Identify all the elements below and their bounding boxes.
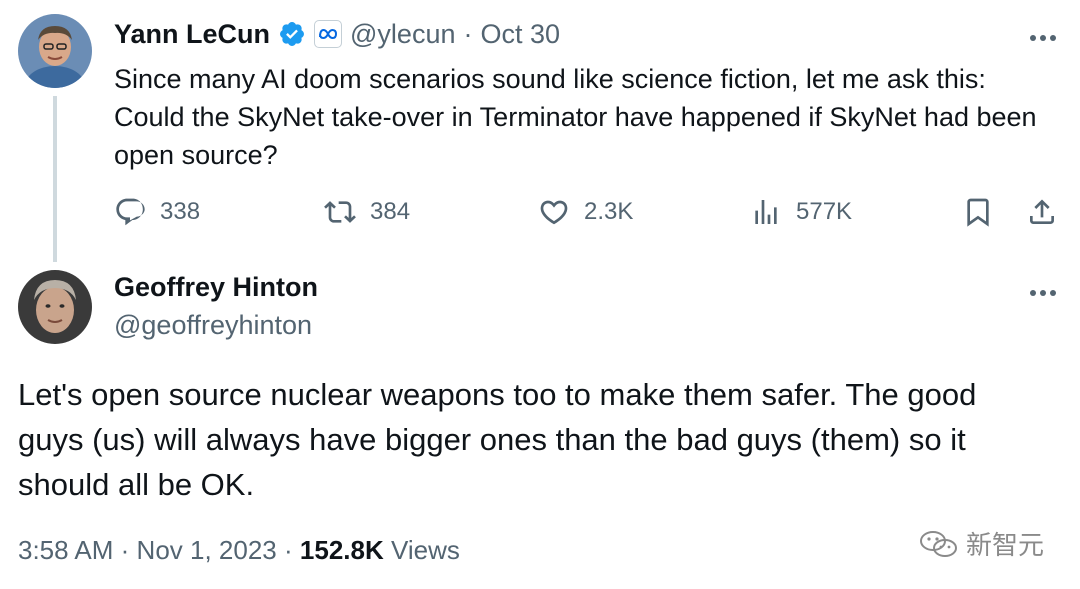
thread-line <box>53 96 57 262</box>
tweet-date[interactable]: Oct 30 <box>480 19 560 50</box>
author-name[interactable]: Geoffrey Hinton <box>114 272 318 303</box>
reply-icon <box>116 198 145 226</box>
bookmark-icon <box>967 198 989 227</box>
watermark-text: 新智元 <box>966 530 1045 560</box>
views-label: Views <box>390 535 460 565</box>
avatar-geoffrey-hinton[interactable] <box>18 270 92 344</box>
repost-icon <box>324 201 356 223</box>
more-icon[interactable] <box>1028 285 1058 296</box>
meta-separator: · <box>284 535 293 565</box>
like-count: 2.3K <box>584 198 634 225</box>
meta-affiliate-icon[interactable] <box>314 20 343 48</box>
tweet2-meta: 3:58 AM · Nov 1, 2023 · 152.8K Views <box>18 535 460 566</box>
share-icon <box>1030 199 1054 224</box>
reply-count: 338 <box>160 198 201 225</box>
tweet1-header: Yann LeCun @ylecun · Oct 30 <box>114 14 560 54</box>
tweet2-text: Let's open source nuclear weapons too to… <box>18 377 977 502</box>
meta-separator: · <box>120 535 130 565</box>
tweet-date[interactable]: Nov 1, 2023 <box>137 535 277 565</box>
wechat-icon <box>920 530 957 557</box>
reply-button[interactable]: 338 <box>114 190 200 234</box>
tweet1-text: Since many AI doom scenarios sound like … <box>114 64 1037 170</box>
author-handle[interactable]: @ylecun <box>350 19 455 50</box>
views-button[interactable]: 577K <box>750 190 852 234</box>
repost-button[interactable]: 384 <box>324 190 410 234</box>
views-icon <box>755 200 777 224</box>
views-count[interactable]: 152.8K <box>300 535 384 565</box>
author-name[interactable]: Yann LeCun <box>114 19 270 50</box>
header-separator: · <box>463 18 473 49</box>
views-count: 577K <box>796 198 853 225</box>
tweet-time[interactable]: 3:58 AM <box>18 535 113 565</box>
tweet1-actions: 338 384 2.3K 577K <box>114 190 1064 234</box>
like-button[interactable]: 2.3K <box>538 190 633 234</box>
avatar-yann-lecun[interactable] <box>18 14 92 88</box>
author-handle[interactable]: @geoffreyhinton <box>114 310 312 341</box>
bookmark-button[interactable] <box>962 190 994 234</box>
share-button[interactable] <box>1026 190 1058 234</box>
like-icon <box>540 200 568 225</box>
watermark: 新智元 <box>918 525 1044 562</box>
verified-badge-icon[interactable] <box>278 20 306 48</box>
repost-count: 384 <box>370 198 411 225</box>
more-icon[interactable] <box>1028 30 1058 41</box>
